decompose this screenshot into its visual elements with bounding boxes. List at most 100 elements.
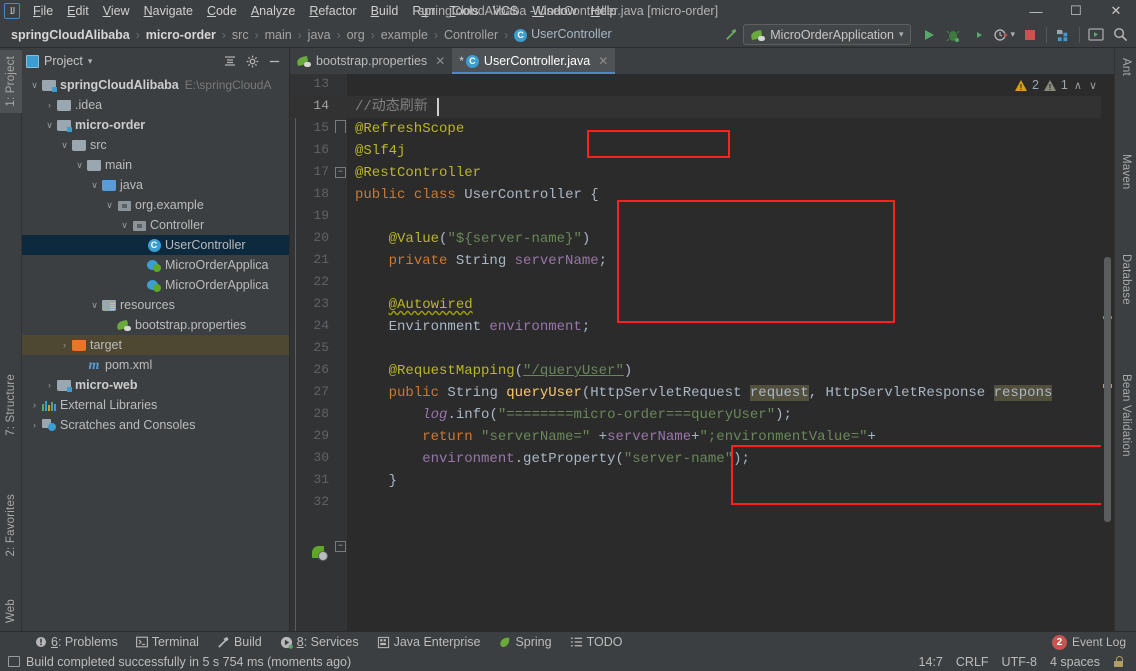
chevron-down-icon[interactable]: ∨ (28, 80, 41, 91)
tool-window-button-1-project[interactable]: 1: Project (0, 50, 22, 113)
menu-item-navigate[interactable]: Navigate (137, 1, 200, 21)
chevron-down-icon[interactable]: ∨ (88, 300, 101, 311)
breadcrumb-item-springcloudalibaba[interactable]: springCloudAlibaba (8, 27, 133, 43)
menu-item-run[interactable]: Run (405, 1, 442, 21)
menu-item-view[interactable]: View (96, 1, 137, 21)
tree-node-micro-web[interactable]: › micro-web (22, 375, 289, 395)
debug-icon[interactable] (941, 24, 965, 46)
editor-tab-usercontroller-java[interactable]: * C UserController.java ✕ (452, 48, 616, 74)
menu-item-analyze[interactable]: Analyze (244, 1, 302, 21)
breadcrumb-item-controller[interactable]: Controller (441, 27, 501, 43)
bottom-tab-build[interactable]: Build (208, 632, 271, 653)
tree-node-micro-order[interactable]: ∨ micro-order (22, 115, 289, 135)
tree-node-resources[interactable]: ∨ resources (22, 295, 289, 315)
tree-node-controller[interactable]: ∨ Controller (22, 215, 289, 235)
tool-window-button-bean-validation[interactable]: Bean Validation (1115, 368, 1136, 463)
tool-window-button-2-favorites[interactable]: 2: Favorites (0, 488, 22, 562)
fold-minus-marker-method[interactable]: − (335, 541, 346, 552)
menu-item-tools[interactable]: Tools (442, 1, 485, 21)
chevron-down-icon[interactable]: ▾ (88, 56, 93, 67)
chevron-down-icon[interactable]: ∨ (88, 180, 101, 191)
previous-problem-icon[interactable]: ∧ (1073, 79, 1083, 92)
tree-node-springcloudalibaba[interactable]: ∨ springCloudAlibaba E:\springCloudA (22, 75, 289, 95)
breadcrumb-item-example[interactable]: example (378, 27, 431, 43)
menu-item-window[interactable]: Window (525, 1, 583, 21)
menu-item-help[interactable]: Help (584, 1, 624, 21)
encoding-widget[interactable]: UTF-8 (1002, 655, 1037, 669)
indent-widget[interactable]: 4 spaces (1050, 655, 1100, 669)
build-hammer-icon[interactable] (719, 24, 743, 46)
tree-node-org-example[interactable]: ∨ org.example (22, 195, 289, 215)
tree-node-usercontroller[interactable]: C UserController (22, 235, 289, 255)
chevron-right-icon[interactable]: › (28, 400, 41, 410)
unlocked-icon[interactable] (1113, 656, 1124, 667)
menu-item-build[interactable]: Build (364, 1, 406, 21)
caret-position-widget[interactable]: 14:7 (919, 655, 943, 669)
bottom-tab-terminal[interactable]: Terminal (127, 632, 208, 653)
fold-collapse-arrow[interactable] (334, 120, 348, 141)
project-tree[interactable]: ∨ springCloudAlibaba E:\springCloudA › .idea… (22, 74, 289, 631)
breadcrumb-item-main[interactable]: main (262, 27, 295, 43)
breadcrumb-item-micro-order[interactable]: micro-order (143, 27, 219, 43)
bottom-tab-spring[interactable]: Spring (489, 632, 560, 653)
run-configuration-selector[interactable]: MicroOrderApplication ▾ (743, 24, 912, 45)
menu-item-code[interactable]: Code (200, 1, 244, 21)
menu-item-vcs[interactable]: VCS (486, 1, 526, 21)
chevron-right-icon[interactable]: › (43, 100, 56, 110)
code-text[interactable]: //动态刷新 @RefreshScope @Slf4j @RestController… (347, 74, 1114, 631)
bottom-tab-8-services[interactable]: 8: Services (271, 632, 368, 653)
chevron-down-icon[interactable]: ∨ (73, 160, 86, 171)
tree-node-external-libraries[interactable]: › External Libraries (22, 395, 289, 415)
tree-node-java[interactable]: ∨ java (22, 175, 289, 195)
breadcrumb-item-org[interactable]: org (344, 27, 368, 43)
tool-window-button-7-structure[interactable]: 7: Structure (0, 368, 22, 442)
minimize-button[interactable]: — (1016, 0, 1056, 22)
tree-node-src[interactable]: ∨ src (22, 135, 289, 155)
editor-marker-gutter[interactable] (1101, 74, 1114, 631)
close-icon[interactable]: ✕ (435, 54, 445, 68)
editor-gutter[interactable]: 13 14 15 16 17 18 19 20 21 22 23 24 25 26 27 28 29 30 31 32… (290, 74, 348, 631)
inspection-widget[interactable]: ! 2 ! 1 ∧ ∨ (1014, 78, 1098, 92)
tool-window-button-ant[interactable]: Ant (1115, 52, 1136, 82)
tool-window-button-maven[interactable]: Maven (1115, 148, 1136, 196)
hide-panel-icon[interactable] (263, 50, 285, 72)
tree-node-microorderapplica[interactable]: MicroOrderApplica (22, 275, 289, 295)
tree-node-microorderapplica[interactable]: MicroOrderApplica (22, 255, 289, 275)
run-gutter-icon[interactable] (312, 546, 328, 561)
tree-node-target[interactable]: › target (22, 335, 289, 355)
next-problem-icon[interactable]: ∨ (1088, 79, 1098, 92)
event-log-button[interactable]: 2 Event Log (1051, 634, 1136, 650)
chevron-down-icon[interactable]: ∨ (43, 120, 56, 131)
maximize-button[interactable]: ☐ (1056, 0, 1096, 22)
run-with-coverage-icon[interactable] (965, 24, 989, 46)
chevron-right-icon[interactable]: › (28, 420, 41, 430)
chevron-down-icon[interactable]: ▾ (1010, 29, 1015, 40)
tool-window-button-database[interactable]: Database (1115, 248, 1136, 311)
menu-item-edit[interactable]: Edit (60, 1, 96, 21)
breadcrumb-item-src[interactable]: src (229, 27, 252, 43)
tree-node--idea[interactable]: › .idea (22, 95, 289, 115)
gear-icon[interactable] (241, 50, 263, 72)
chevron-down-icon[interactable]: ∨ (118, 220, 131, 231)
tree-node-bootstrap-properties[interactable]: bootstrap.properties (22, 315, 289, 335)
breadcrumb-item-java[interactable]: java (305, 27, 334, 43)
chevron-down-icon[interactable]: ∨ (58, 140, 71, 151)
menu-item-refactor[interactable]: Refactor (302, 1, 363, 21)
run-icon[interactable] (917, 24, 941, 46)
bottom-tab-6-problems[interactable]: 6: Problems (26, 632, 127, 653)
close-icon[interactable]: ✕ (598, 54, 608, 68)
editor-scrollbar-thumb[interactable] (1104, 257, 1111, 522)
chevron-right-icon[interactable]: › (43, 380, 56, 390)
bottom-tab-java-enterprise[interactable]: Java Enterprise (368, 632, 490, 653)
tool-window-button-web[interactable]: Web (0, 593, 22, 629)
close-button[interactable]: ✕ (1096, 0, 1136, 22)
update-icon[interactable] (1084, 24, 1108, 46)
menu-item-file[interactable]: File (26, 1, 60, 21)
search-everywhere-icon[interactable] (1108, 24, 1132, 46)
fold-minus-marker[interactable]: − (335, 167, 346, 178)
expand-collapse-icon[interactable] (219, 50, 241, 72)
tree-node-main[interactable]: ∨ main (22, 155, 289, 175)
chevron-down-icon[interactable]: ∨ (103, 200, 116, 211)
breadcrumb-item-usercontroller[interactable]: C UserController (511, 26, 615, 43)
line-separator-widget[interactable]: CRLF (956, 655, 989, 669)
